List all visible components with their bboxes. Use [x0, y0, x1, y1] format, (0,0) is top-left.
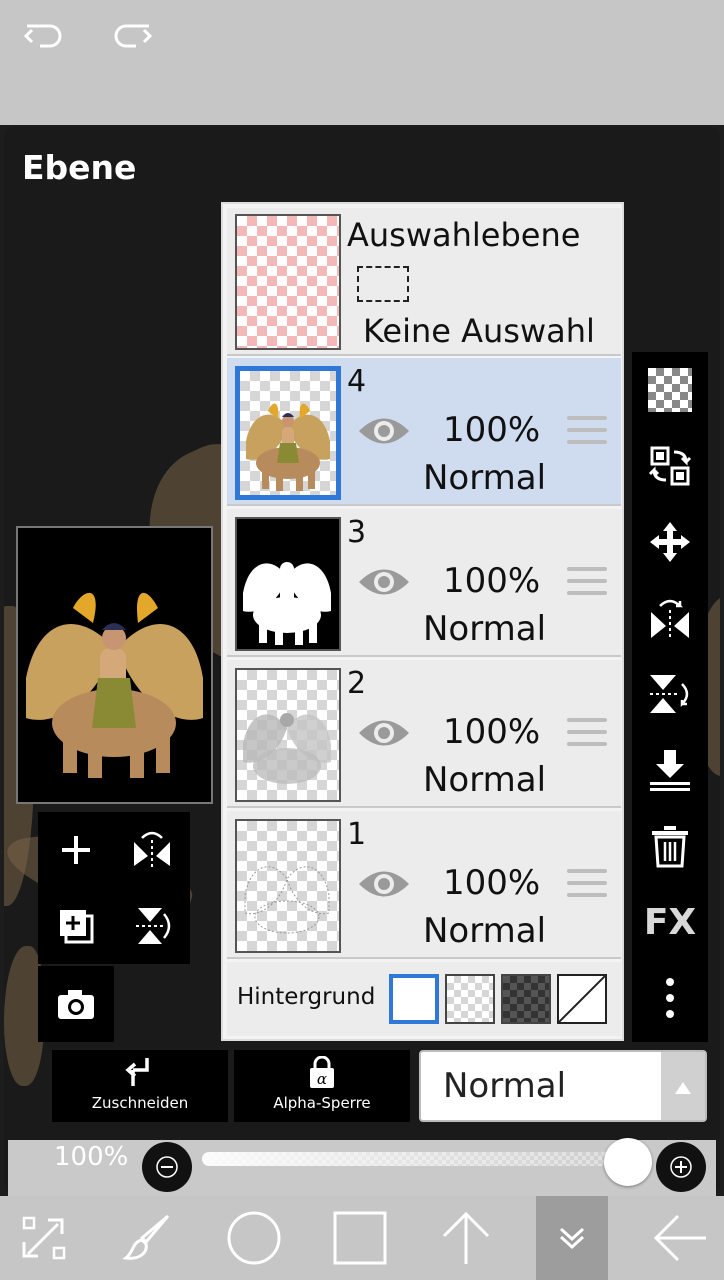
layer-row[interactable]: 3 100% Normal: [227, 509, 621, 657]
rect-tool-icon[interactable]: [324, 1196, 396, 1280]
layer-opacity: 100%: [443, 410, 541, 450]
trash-icon[interactable]: [632, 808, 708, 884]
layer-blend-mode: Normal: [423, 458, 547, 498]
merge-down-icon[interactable]: [632, 732, 708, 808]
transform-tool-icon[interactable]: [8, 1196, 80, 1280]
selection-layer-row[interactable]: Auswahlebene Keine Auswahl: [227, 208, 621, 356]
opacity-decrease-button[interactable]: [142, 1142, 192, 1192]
background-white-option[interactable]: [389, 974, 439, 1024]
layer-thumbnail: [235, 366, 341, 500]
plus-icon: [670, 1156, 692, 1178]
duplicate-layer-icon[interactable]: [38, 888, 114, 964]
alpha-lock-button[interactable]: α Alpha-Sperre: [234, 1050, 410, 1122]
layer-row[interactable]: 2 100% Normal: [227, 660, 621, 808]
opacity-track[interactable]: [202, 1152, 636, 1166]
layer-opacity: 100%: [443, 863, 541, 903]
top-bar: [0, 0, 724, 125]
layer-blend-mode: Normal: [423, 760, 547, 800]
panel-title: Ebene: [22, 148, 137, 187]
background-dark-option[interactable]: [501, 974, 551, 1024]
selection-status: Keine Auswahl: [363, 312, 595, 350]
layer-opacity: 100%: [443, 561, 541, 601]
drag-handle-icon[interactable]: [567, 869, 607, 903]
arrow-up-icon[interactable]: [430, 1196, 502, 1280]
layer-list: Auswahlebene Keine Auswahl 4 100% Normal: [221, 202, 624, 1041]
flip-horizontal-icon[interactable]: [632, 580, 708, 656]
flip-layer-h-icon[interactable]: [114, 812, 190, 888]
checker-new-layer-icon[interactable]: [632, 352, 708, 428]
right-toolbar: FX: [632, 352, 708, 1042]
opacity-increase-button[interactable]: [656, 1142, 706, 1192]
layer-number: 2: [347, 666, 367, 701]
alpha-lock-button-label: Alpha-Sperre: [273, 1094, 371, 1112]
flip-layer-v-icon[interactable]: [114, 888, 190, 964]
flip-vertical-icon[interactable]: [632, 656, 708, 732]
dropdown-arrow-icon: [661, 1052, 705, 1120]
opacity-value: 100%: [54, 1142, 129, 1172]
alpha-lock-icon: α: [310, 1055, 334, 1088]
visibility-eye-icon[interactable]: [357, 867, 411, 901]
background-transparent-option[interactable]: [445, 974, 495, 1024]
bottom-toolbar: [0, 1196, 724, 1280]
layer-number: 4: [347, 364, 367, 399]
fx-icon[interactable]: FX: [632, 884, 708, 960]
background-none-option[interactable]: [557, 974, 607, 1024]
minus-icon: [156, 1156, 178, 1178]
brush-tool-icon[interactable]: [112, 1196, 184, 1280]
collapse-icon[interactable]: [536, 1196, 608, 1280]
layer-number: 3: [347, 515, 367, 550]
layer-row[interactable]: 1 100% Normal: [227, 811, 621, 959]
selection-layer-title: Auswahlebene: [347, 216, 581, 254]
drag-handle-icon[interactable]: [567, 567, 607, 601]
redo-icon[interactable]: [110, 14, 154, 58]
clip-arrow-icon: [125, 1058, 149, 1086]
visibility-eye-icon[interactable]: [357, 565, 411, 599]
selection-marquee-icon: [357, 266, 409, 302]
visibility-eye-icon[interactable]: [357, 414, 411, 448]
add-layer-icon[interactable]: [38, 812, 114, 888]
layer-action-pad: [38, 812, 190, 1042]
layer-blend-mode: Normal: [423, 609, 547, 649]
move-icon[interactable]: [632, 504, 708, 580]
more-icon[interactable]: [632, 960, 708, 1036]
layer-number: 1: [347, 817, 367, 852]
canvas-preview[interactable]: [16, 526, 213, 804]
crop-button-label: Zuschneiden: [91, 1094, 189, 1112]
layer-thumbnail: [235, 517, 341, 651]
visibility-eye-icon[interactable]: [357, 716, 411, 750]
blend-mode-select[interactable]: Normal: [419, 1050, 707, 1122]
drag-handle-icon[interactable]: [567, 416, 607, 450]
ellipse-tool-icon[interactable]: [218, 1196, 290, 1280]
layer-thumbnail: [235, 819, 341, 953]
selection-layer-thumbnail: [235, 214, 341, 350]
layer-transfer-icon[interactable]: [632, 428, 708, 504]
background-label: Hintergrund: [237, 984, 376, 1010]
camera-icon[interactable]: [38, 966, 114, 1042]
layer-row[interactable]: 4 100% Normal: [227, 358, 621, 506]
undo-icon[interactable]: [22, 14, 66, 58]
opacity-slider-thumb[interactable]: [604, 1138, 652, 1186]
blend-mode-value: Normal: [443, 1066, 567, 1106]
layer-opacity: 100%: [443, 712, 541, 752]
crop-button[interactable]: Zuschneiden: [52, 1050, 228, 1122]
background-row: Hintergrund: [227, 962, 621, 1036]
back-arrow-icon[interactable]: [644, 1196, 716, 1280]
drag-handle-icon[interactable]: [567, 718, 607, 752]
layer-blend-mode: Normal: [423, 911, 547, 951]
svg-text:α: α: [317, 1070, 327, 1088]
layer-thumbnail: [235, 668, 341, 802]
opacity-slider-bar: 100%: [8, 1138, 716, 1196]
